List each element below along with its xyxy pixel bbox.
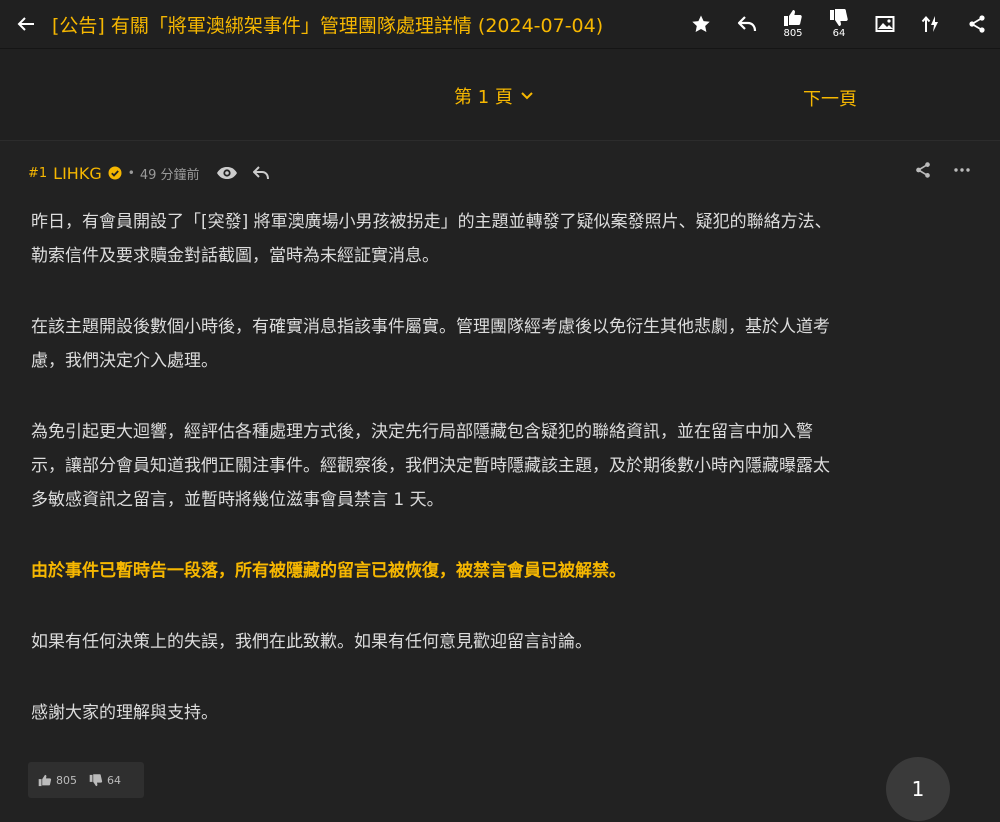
thumbs-down-icon	[830, 9, 848, 26]
verified-icon	[108, 166, 122, 180]
sort-button[interactable]	[908, 0, 954, 48]
post-username[interactable]: LIHKG	[53, 164, 102, 183]
like-button[interactable]: 805	[770, 0, 816, 48]
post-actions	[892, 161, 970, 179]
next-page-link[interactable]: 下一頁	[803, 85, 857, 111]
image-mode-button[interactable]	[862, 0, 908, 48]
share-icon	[969, 15, 985, 33]
quote-reply-button[interactable]	[252, 165, 270, 181]
star-icon	[692, 15, 710, 32]
paragraph: 感謝大家的理解與支持。	[31, 703, 218, 723]
paragraph: 在該主題開設後數個小時後，有確實消息指該事件屬實。管理團隊經考慮後以免衍生其他悲…	[31, 317, 830, 371]
share-button[interactable]	[954, 0, 1000, 48]
view-user-posts-button[interactable]	[216, 166, 238, 180]
share-icon	[916, 162, 930, 178]
eye-icon	[216, 167, 237, 179]
post-like-count: 805	[56, 773, 77, 787]
meta-separator: •	[127, 166, 135, 180]
current-page-label: 第 1 頁	[454, 87, 513, 108]
thumbs-up-icon	[784, 10, 802, 26]
dislike-count: 64	[832, 28, 846, 39]
post-floor: #1	[28, 165, 48, 181]
like-count: 805	[783, 28, 803, 39]
top-bar: [公告] 有關「將軍澳綁架事件」管理團隊處理詳情 (2024-07-04) 80…	[0, 0, 1000, 48]
page-selector[interactable]: 第 1 頁	[454, 83, 533, 109]
paragraph: 為免引起更大迴響，經評估各種處理方式後，決定先行局部隱藏包含疑犯的聯絡資訊，並在…	[31, 422, 830, 510]
post-meta: #1 LIHKG • 49 分鐘前	[28, 161, 284, 185]
post-card: #1 LIHKG • 49 分鐘前 昨日，有會員開設了「[突發] 將軍澳廣場小男…	[0, 140, 1000, 822]
reply-button[interactable]	[724, 0, 770, 48]
page-jump-button[interactable]: 1	[886, 757, 950, 821]
post-content: 昨日，有會員開設了「[突發] 將軍澳廣場小男孩被拐走」的主題並轉發了疑似案發照片…	[31, 205, 971, 730]
paragraph: 昨日，有會員開設了「[突發] 將軍澳廣場小男孩被拐走」的主題並轉發了疑似案發照片…	[31, 212, 832, 266]
more-dots-icon	[954, 168, 970, 172]
bookmark-button[interactable]	[678, 0, 724, 48]
image-icon	[875, 16, 895, 32]
arrow-left-icon	[17, 17, 34, 31]
post-dislike-count: 64	[107, 773, 121, 787]
header-actions: 805 64	[678, 0, 1000, 48]
thread-title: [公告] 有關「將軍澳綁架事件」管理團隊處理詳情 (2024-07-04)	[52, 14, 604, 37]
lightning-sort-icon	[921, 15, 938, 32]
highlighted-paragraph: 由於事件已暫時告一段落，所有被隱藏的留言已被恢復，被禁言會員已被解禁。	[31, 561, 626, 581]
post-more-button[interactable]	[954, 168, 970, 172]
thumbs-up-icon	[38, 774, 52, 786]
post-like-button[interactable]: 805	[38, 774, 77, 787]
post-share-button[interactable]	[914, 161, 932, 179]
reply-icon	[737, 16, 757, 32]
post-dislike-button[interactable]: 64	[89, 774, 121, 787]
post-vote-bar: 805 64	[28, 762, 144, 798]
reply-icon	[252, 166, 269, 180]
thumbs-down-icon	[89, 773, 103, 786]
dislike-button[interactable]: 64	[816, 0, 862, 48]
paragraph: 如果有任何決策上的失誤，我們在此致歉。如果有任何意見歡迎留言討論。	[31, 632, 592, 652]
page-navigation: 第 1 頁 下一頁	[0, 48, 1000, 140]
back-button[interactable]	[0, 0, 52, 48]
post-time: 49 分鐘前	[139, 167, 200, 183]
chevron-down-icon	[521, 92, 533, 100]
